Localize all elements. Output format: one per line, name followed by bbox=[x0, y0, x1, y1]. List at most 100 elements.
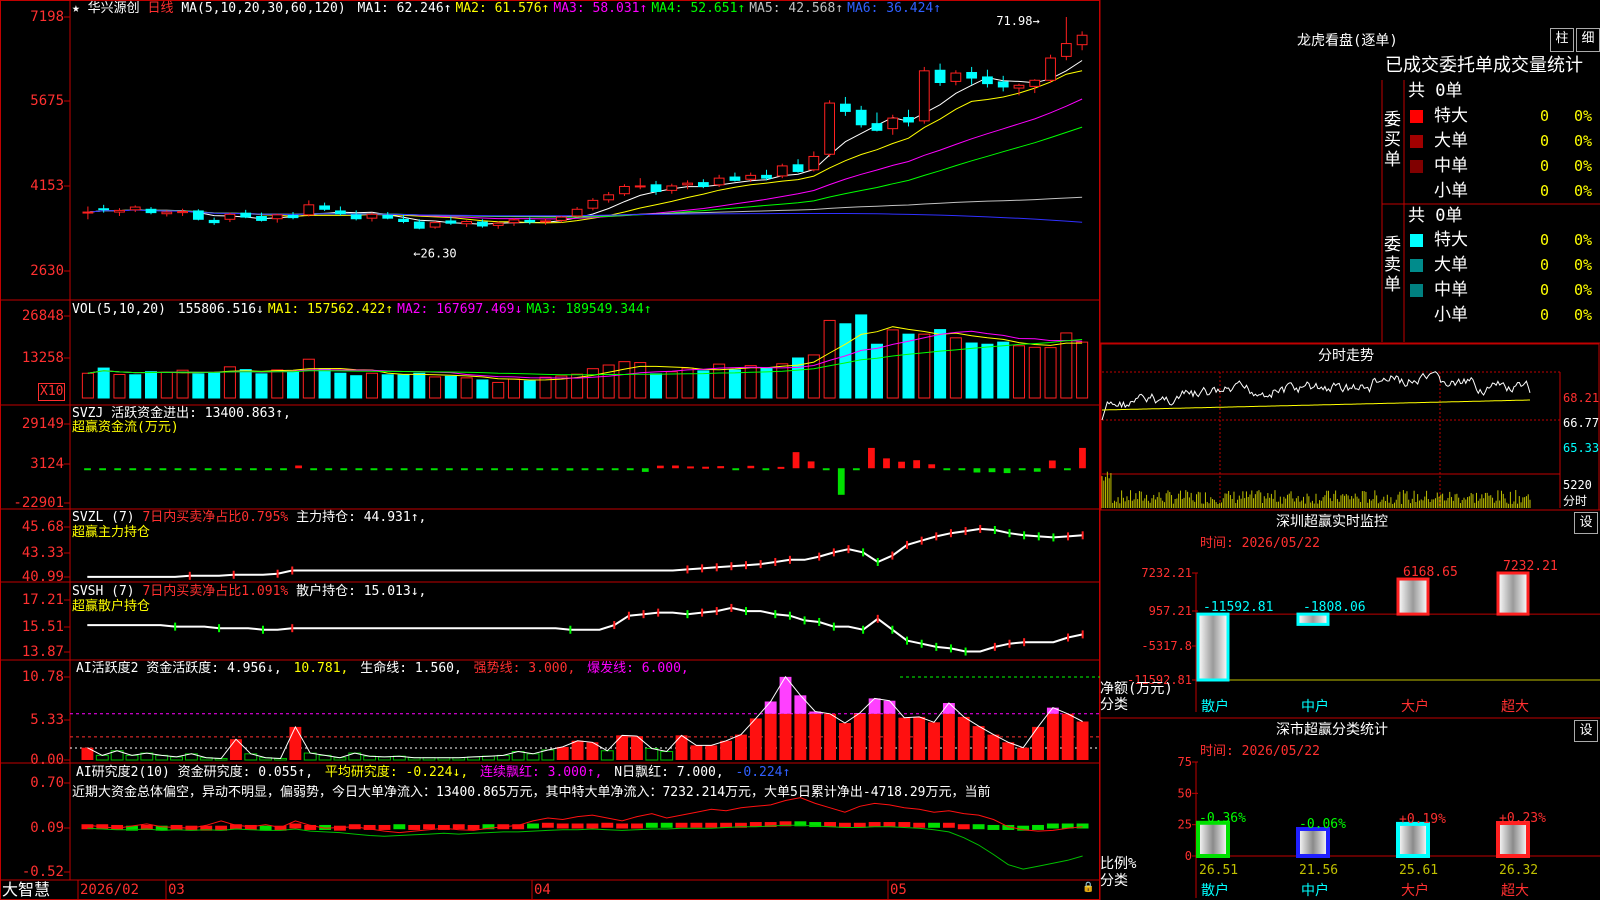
ai-research-chart bbox=[81, 797, 1089, 870]
lock-icon[interactable]: 🔒 bbox=[1082, 880, 1094, 896]
volume-bar bbox=[618, 361, 631, 399]
research-bar bbox=[645, 822, 658, 828]
monitor-category-label: 超大 bbox=[1501, 699, 1529, 715]
research-bar bbox=[1046, 823, 1059, 829]
detail-view-button[interactable]: 细 bbox=[1576, 28, 1600, 52]
y-tick-label: 15.51 bbox=[21, 619, 64, 635]
research-bar bbox=[541, 822, 554, 828]
svzj-bar bbox=[99, 468, 107, 471]
low-price-label: ←26.30 bbox=[413, 246, 456, 260]
volume-bar bbox=[1076, 341, 1089, 399]
activity-bar bbox=[779, 713, 792, 760]
classify-unit: 比例% bbox=[1100, 856, 1137, 872]
candle-body bbox=[382, 214, 394, 219]
research-bar bbox=[586, 823, 599, 829]
price-header: ★ 华兴源创 日线 MA(5,10,20,30,60,120) MA1: 62.… bbox=[72, 1, 941, 17]
ai-act-value-4: 爆发线: 6.000, bbox=[579, 661, 689, 676]
classify-title: 深市超赢分类统计 bbox=[1276, 722, 1388, 738]
svzj-chart bbox=[84, 447, 1086, 495]
ma3-line bbox=[87, 98, 1083, 220]
column-view-button[interactable]: 柱 bbox=[1550, 28, 1574, 52]
svzj-bar bbox=[928, 464, 936, 469]
svzj-bar bbox=[536, 468, 544, 471]
volume-bar bbox=[365, 372, 378, 399]
candle-body bbox=[666, 185, 678, 191]
svzj-bar bbox=[129, 468, 137, 471]
svzj-bar bbox=[174, 468, 182, 471]
research-bar bbox=[972, 824, 985, 830]
buy-row-label: 特大 bbox=[1434, 106, 1468, 126]
high-price-label: 71.98→ bbox=[996, 14, 1039, 28]
vol-ma-value-1: MA1: 157562.422↑ bbox=[267, 302, 394, 317]
candle-body bbox=[287, 214, 299, 219]
candle-body bbox=[903, 117, 914, 123]
buy-row-vol: 0 bbox=[1540, 157, 1550, 175]
y-tick-label: 10.78 bbox=[21, 669, 64, 685]
intraday-price-tick: 66.77 bbox=[1563, 416, 1600, 430]
svzj-bar bbox=[461, 468, 468, 471]
ai-res-value-1: 平均研究度: -0.224↓, bbox=[317, 765, 469, 780]
sell-total: 共 0单 bbox=[1408, 206, 1463, 226]
candle-body bbox=[1013, 84, 1025, 89]
buy-row-label: 小单 bbox=[1434, 181, 1468, 201]
classify-settings-button[interactable]: 设 bbox=[1574, 720, 1598, 742]
activity-bar bbox=[853, 713, 866, 760]
candle-body bbox=[824, 102, 836, 155]
svzj-bar bbox=[521, 468, 529, 471]
candle-body bbox=[114, 209, 125, 213]
monitor-settings-button[interactable]: 设 bbox=[1574, 512, 1598, 534]
candle-body bbox=[398, 218, 409, 223]
svsh-header: SVSH (7) 7日内买卖净占比1.091% 散户持仓: 15.013↓, bbox=[72, 584, 426, 600]
classify-category-label: 超大 bbox=[1501, 883, 1529, 899]
activity-bar bbox=[957, 716, 970, 760]
svzj-bar bbox=[84, 468, 91, 471]
sell-row-label: 大单 bbox=[1434, 255, 1468, 275]
svzj-bar bbox=[581, 468, 589, 471]
classify-time: 时间: 2026/05/22 bbox=[1200, 744, 1320, 759]
candle-body bbox=[918, 70, 930, 122]
volume-bar bbox=[934, 329, 947, 399]
intraday-volume-unit: 分时 bbox=[1563, 494, 1588, 508]
candle-body bbox=[555, 216, 567, 221]
svzj-bar bbox=[807, 461, 815, 469]
research-bar bbox=[1076, 823, 1089, 829]
volume-bar bbox=[144, 371, 158, 399]
activity-bar bbox=[690, 745, 703, 760]
research-bar bbox=[616, 823, 629, 829]
ma-prefix: MA(5,10,20,30,60,120) bbox=[181, 1, 346, 16]
svzj-bar bbox=[852, 468, 860, 471]
volume-bar bbox=[129, 374, 142, 399]
monitor-bar bbox=[1296, 612, 1330, 626]
favorite-star-icon[interactable]: ★ bbox=[72, 1, 80, 16]
intraday-chart bbox=[1101, 371, 1561, 508]
volume-bar bbox=[665, 371, 678, 399]
candle-body bbox=[129, 206, 141, 211]
volume-bar bbox=[981, 343, 994, 399]
period-label[interactable]: 日线 bbox=[148, 1, 174, 16]
candle-body bbox=[855, 109, 867, 126]
ma-value-4: MA5: 42.568↑ bbox=[749, 1, 844, 16]
svzj-bar bbox=[988, 468, 996, 473]
sell-row-pct: 0% bbox=[1574, 231, 1593, 249]
activity-bar bbox=[600, 750, 614, 761]
volume-bar bbox=[918, 333, 931, 399]
volume-bar bbox=[1012, 345, 1026, 399]
activity-bar bbox=[987, 734, 1000, 760]
svzj-bar bbox=[596, 468, 604, 471]
candle-body bbox=[982, 76, 993, 85]
classify-change-label: -0.36% bbox=[1199, 811, 1246, 826]
svzj-bar bbox=[355, 468, 363, 471]
ma-value-1: MA2: 61.576↑ bbox=[455, 1, 550, 16]
buy-row-vol: 0 bbox=[1540, 132, 1550, 150]
ma-value-5: MA6: 36.424↑ bbox=[847, 1, 942, 16]
svzj-bar bbox=[762, 468, 770, 471]
activity-burst-bar bbox=[883, 700, 896, 714]
ai-res-value-2: 连续飘红: 3.000↑, bbox=[472, 765, 603, 780]
research-bar bbox=[631, 823, 643, 829]
candle-body bbox=[350, 214, 362, 220]
candle-body bbox=[934, 69, 946, 84]
research-bar bbox=[913, 822, 926, 828]
research-bar bbox=[690, 822, 703, 828]
research-bar bbox=[660, 822, 673, 828]
volume-bar bbox=[965, 342, 978, 399]
